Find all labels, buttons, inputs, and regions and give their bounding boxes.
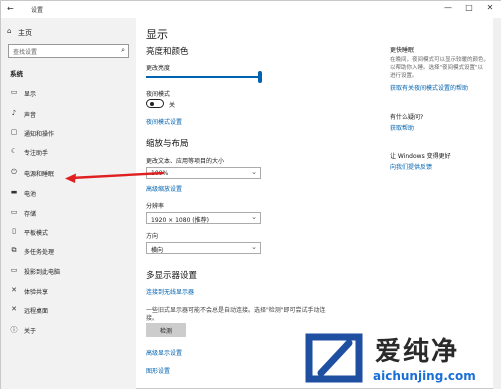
maximize-button[interactable]: □ <box>462 3 476 12</box>
sleep-tip-text-1: 在晚间，夜间模式可以显示较暖的颜色， <box>390 57 490 63</box>
sleep-tip-title: 更快睡眠 <box>390 47 415 54</box>
search-icon[interactable]: ⌕ <box>121 46 125 55</box>
scale-label: 更改文本、应用等项目的大小 <box>146 158 225 165</box>
sidebar-home[interactable]: 主页 <box>18 28 32 38</box>
improve-windows-title: 让 Windows 变得更好 <box>390 153 451 160</box>
battery-icon: ▬ <box>10 188 18 196</box>
resolution-dropdown-value: 1920 × 1080 (推荐) <box>151 217 209 224</box>
sidebar-item-label[interactable]: 关于 <box>24 326 36 335</box>
resolution-dropdown[interactable]: 1920 × 1080 (推荐) ⌄ <box>146 212 261 224</box>
night-mode-label: 夜间模式 <box>146 91 171 98</box>
night-mode-state: 关 <box>169 102 176 109</box>
sidebar: ⌂ 主页 查找设置 ⌕ 系统 ▭ 显示 ♪ 声音 ▢ 通知和操作 ☾ 专注助手 ⏻ 电源和睡眠 ▬ 电… <box>1 18 136 389</box>
orientation-label: 方向 <box>146 233 159 240</box>
sidebar-item-label[interactable]: 体验共享 <box>24 287 48 296</box>
watermark-logo-icon <box>305 333 363 383</box>
orientation-dropdown[interactable]: 横向 ⌄ <box>146 242 261 254</box>
detect-button-label: 检测 <box>159 328 172 335</box>
wireless-display-link[interactable]: 连接到无线显示器 <box>146 287 194 296</box>
advanced-display-link[interactable]: 高级显示设置 <box>146 348 182 357</box>
watermark-url: aichunjing.com <box>373 369 476 383</box>
multi-display-desc: 一些旧式显示器可能不会总是自动连接。选择"检测"即可尝试手动连 <box>146 307 326 314</box>
brightness-slider-fill <box>146 76 260 78</box>
section-label-system: 系统 <box>10 70 23 78</box>
sidebar-item-label[interactable]: 平板模式 <box>24 228 48 237</box>
multi-display-desc-cont: 接。 <box>146 315 159 322</box>
annotation-arrow <box>65 172 165 183</box>
scale-header: 缩放与布局 <box>146 139 189 149</box>
question-title: 有什么疑问? <box>390 114 424 121</box>
sidebar-item-label[interactable]: 远程桌面 <box>24 306 48 315</box>
brightness-label: 更改亮度 <box>146 65 171 72</box>
tablet-icon: ▯ <box>12 227 16 235</box>
get-help-link[interactable]: 获取帮助 <box>390 123 414 132</box>
window-title: 设置 <box>31 7 44 14</box>
sidebar-item-label[interactable]: 电源和睡眠 <box>24 169 54 178</box>
moon-icon: ☾ <box>10 147 18 155</box>
sidebar-item-label[interactable]: 显示 <box>24 89 36 98</box>
night-mode-settings-link[interactable]: 夜间模式设置 <box>146 117 182 126</box>
brightness-slider-thumb[interactable] <box>258 71 262 83</box>
info-icon: ⓘ <box>10 326 18 334</box>
watermark: 爱纯净 aichunjing.com <box>301 329 498 387</box>
advanced-scale-link[interactable]: 高级缩放设置 <box>146 184 182 193</box>
feedback-link[interactable]: 向我们提供反馈 <box>390 162 432 171</box>
home-icon: ⌂ <box>7 27 12 35</box>
graphics-settings-link[interactable]: 图形设置 <box>146 366 170 375</box>
share-icon: ✕ <box>11 286 17 294</box>
close-button[interactable]: ✕ <box>483 3 497 12</box>
remote-icon: ✕ <box>11 305 17 313</box>
search-input[interactable]: 查找设置 <box>13 47 37 56</box>
resolution-label: 分辨率 <box>146 203 165 210</box>
back-arrow-icon[interactable]: ← <box>7 4 14 13</box>
search-box[interactable]: 查找设置 ⌕ <box>8 44 129 58</box>
settings-window: ← 设置 — □ ✕ ⌂ 主页 查找设置 ⌕ 系统 ▭ 显示 ♪ 声音 ▢ 通知和操作 ☾ 专… <box>0 0 501 389</box>
brightness-header: 亮度和颜色 <box>146 47 189 57</box>
multi-display-header: 多显示器设置 <box>146 271 198 281</box>
title-bar: ← 设置 — □ ✕ <box>1 1 501 18</box>
page-title: 显示 <box>146 28 168 41</box>
sleep-tip-text-3: 进行设置。 <box>390 73 418 79</box>
chevron-down-icon: ⌄ <box>251 213 257 221</box>
night-mode-toggle[interactable] <box>146 99 164 108</box>
minimize-button[interactable]: — <box>441 3 455 12</box>
sidebar-item-label[interactable]: 声音 <box>24 110 36 119</box>
orientation-dropdown-value: 横向 <box>151 247 164 254</box>
speaker-icon: ♪ <box>11 109 17 117</box>
watermark-text: 爱纯净 <box>375 337 460 367</box>
sidebar-item-label[interactable]: 存储 <box>24 209 36 218</box>
night-mode-help-link[interactable]: 获取有关夜间模式设置的帮助 <box>390 83 468 92</box>
storage-icon: ▭ <box>10 208 18 216</box>
detect-button[interactable]: 检测 <box>146 323 186 337</box>
monitor-icon: ▭ <box>10 88 18 96</box>
notification-icon: ▢ <box>10 128 18 136</box>
sidebar-item-label[interactable]: 投影到此电脑 <box>24 267 60 276</box>
toggle-knob <box>150 102 154 106</box>
sleep-tip-text-2: 以帮助你入睡。选择"夜间模式设置"以 <box>390 65 484 71</box>
power-icon: ⏻ <box>11 168 17 176</box>
sidebar-item-label[interactable]: 多任务处理 <box>24 247 54 256</box>
chevron-down-icon: ⌄ <box>251 243 257 251</box>
chevron-down-icon: ⌄ <box>251 168 257 176</box>
sidebar-item-label[interactable]: 电池 <box>24 189 36 198</box>
multitask-icon: ⧉ <box>11 246 17 254</box>
sidebar-item-label[interactable]: 通知和操作 <box>24 129 54 138</box>
sidebar-item-label[interactable]: 专注助手 <box>24 148 48 157</box>
project-icon: ▭ <box>10 266 18 274</box>
